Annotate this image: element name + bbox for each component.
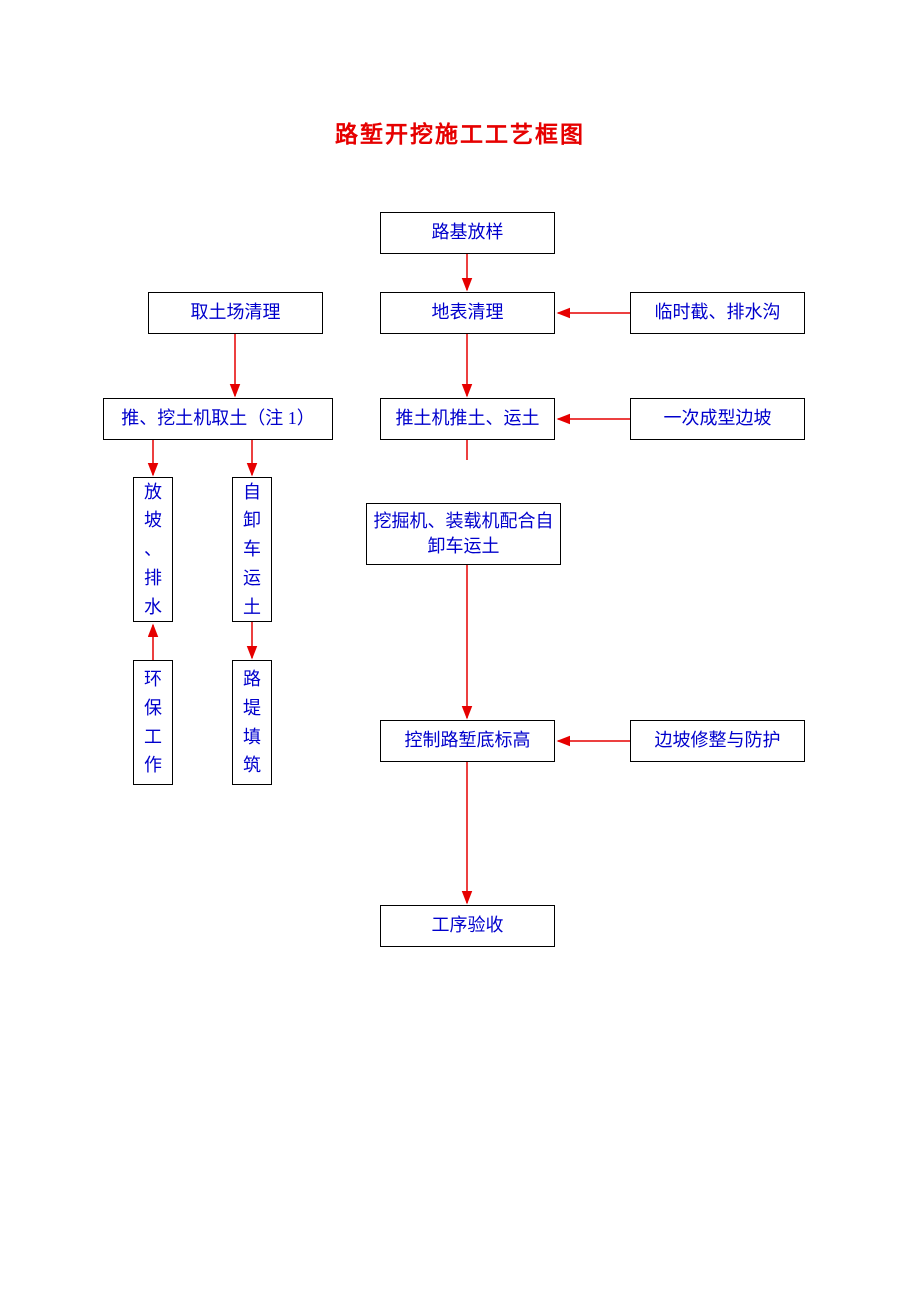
box-embankment-fill: 路堤填筑 [232,660,272,785]
box-control-elev: 控制路堑底标高 [380,720,555,762]
diagram-title: 路堑开挖施工工艺框图 [0,115,920,149]
flowchart-arrows [0,0,920,1301]
box-excavator-load: 挖掘机、装载机配合自卸车运土 [366,503,561,565]
box-dump-truck-text: 自卸车运土 [243,478,261,622]
box-acceptance: 工序验收 [380,905,555,947]
box-dump-truck: 自卸车运土 [232,477,272,622]
box-slope-drain-text: 放坡、排水 [144,478,162,622]
box-slope-trim: 边坡修整与防护 [630,720,805,762]
box-roadbed-setout: 路基放样 [380,212,555,254]
box-embankment-text: 路堤填筑 [243,665,261,780]
box-env-protect-text: 环保工作 [144,665,162,780]
box-bulldozer-take: 推、挖土机取土（注 1） [103,398,333,440]
box-borrow-pit-clear: 取土场清理 [148,292,323,334]
box-bulldozer-push: 推土机推土、运土 [380,398,555,440]
box-temp-drain: 临时截、排水沟 [630,292,805,334]
box-slope-once: 一次成型边坡 [630,398,805,440]
box-slope-drain: 放坡、排水 [133,477,173,622]
box-env-protect: 环保工作 [133,660,173,785]
box-surface-clear: 地表清理 [380,292,555,334]
